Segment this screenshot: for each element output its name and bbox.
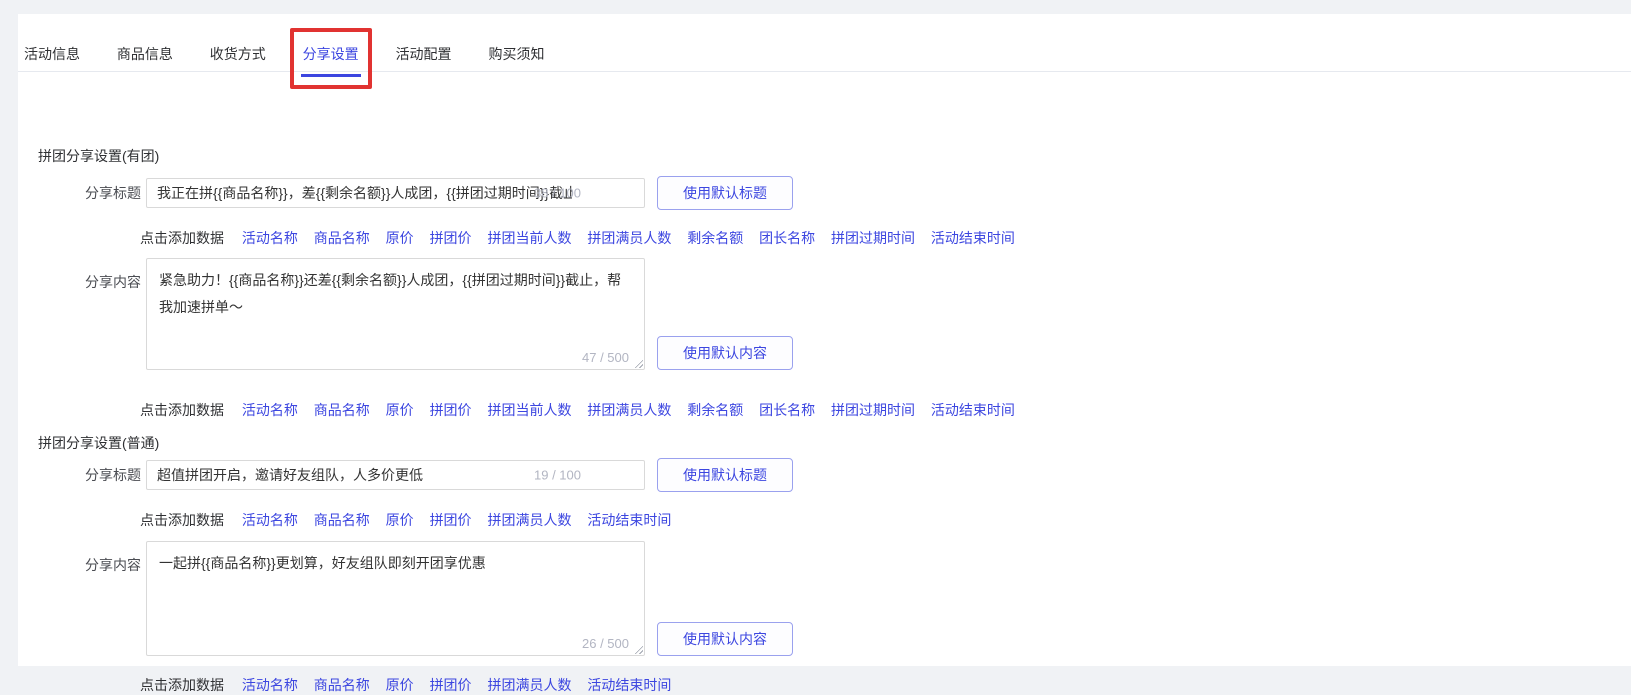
add-data-link[interactable]: 拼团价: [430, 512, 472, 528]
add-data-link[interactable]: 活动结束时间: [587, 512, 671, 528]
share-title-input[interactable]: [146, 178, 645, 208]
share-title-input-wrap: 19 / 100: [146, 460, 645, 490]
add-data-row: 点击添加数据 活动名称 商品名称 原价 拼团价 拼团当前人数 拼团满员人数 剩余…: [140, 400, 1027, 420]
add-data-link[interactable]: 拼团当前人数: [487, 402, 571, 418]
share-content-label: 分享内容: [18, 258, 141, 292]
share-content-row-2: 分享内容 一起拼{{商品名称}}更划算，好友组队即刻开团享优惠 26 / 500…: [18, 541, 793, 656]
use-default-title-button[interactable]: 使用默认标题: [657, 176, 793, 210]
add-data-row: 点击添加数据 活动名称 商品名称 原价 拼团价 拼团满员人数 活动结束时间: [140, 510, 683, 530]
add-data-row: 点击添加数据 活动名称 商品名称 原价 拼团价 拼团当前人数 拼团满员人数 剩余…: [140, 228, 1027, 248]
share-content-label: 分享内容: [18, 541, 141, 575]
section-title-has-group: 拼团分享设置(有团): [38, 146, 159, 166]
add-data-link[interactable]: 活动结束时间: [931, 402, 1015, 418]
active-tab-underline: [301, 74, 361, 77]
add-data-link[interactable]: 拼团满员人数: [587, 230, 671, 246]
add-data-link[interactable]: 商品名称: [314, 677, 370, 693]
tab-activity-config[interactable]: 活动配置: [394, 14, 454, 76]
add-data-link[interactable]: 拼团过期时间: [831, 230, 915, 246]
add-data-link[interactable]: 原价: [386, 677, 414, 693]
add-data-link[interactable]: 拼团满员人数: [487, 512, 571, 528]
add-data-link[interactable]: 团长名称: [759, 402, 815, 418]
add-data-link[interactable]: 活动结束时间: [587, 677, 671, 693]
share-title-row-2: 分享标题 19 / 100 使用默认标题: [18, 458, 793, 492]
add-data-link[interactable]: 剩余名额: [687, 402, 743, 418]
share-content-row-1: 分享内容 紧急助力！{{商品名称}}还差{{剩余名额}}人成团，{{拼团过期时间…: [18, 258, 793, 370]
tab-delivery-method[interactable]: 收货方式: [208, 14, 268, 76]
add-data-link[interactable]: 原价: [386, 512, 414, 528]
add-data-row: 点击添加数据 活动名称 商品名称 原价 拼团价 拼团满员人数 活动结束时间: [140, 675, 683, 695]
use-default-content-button[interactable]: 使用默认内容: [657, 622, 793, 656]
tab-bar: 活动信息 商品信息 收货方式 分享设置 活动配置 购买须知: [18, 14, 1631, 72]
share-content-input-wrap: 一起拼{{商品名称}}更划算，好友组队即刻开团享优惠 26 / 500: [146, 541, 645, 656]
tab-activity-info[interactable]: 活动信息: [22, 14, 82, 76]
add-data-label: 点击添加数据: [140, 512, 224, 528]
add-data-label: 点击添加数据: [140, 230, 224, 246]
share-content-textarea[interactable]: 紧急助力！{{商品名称}}还差{{剩余名额}}人成团，{{拼团过期时间}}截止，…: [146, 258, 645, 370]
tab-share-settings[interactable]: 分享设置: [301, 14, 361, 76]
add-data-link[interactable]: 拼团价: [430, 402, 472, 418]
share-title-input-wrap: 38 / 100: [146, 178, 645, 208]
use-default-content-button[interactable]: 使用默认内容: [657, 336, 793, 370]
add-data-link[interactable]: 活动名称: [242, 512, 298, 528]
share-content-input-wrap: 紧急助力！{{商品名称}}还差{{剩余名额}}人成团，{{拼团过期时间}}截止，…: [146, 258, 645, 370]
tab-share-settings-label: 分享设置: [303, 46, 359, 62]
tab-product-info[interactable]: 商品信息: [115, 14, 175, 76]
share-title-row-1: 分享标题 38 / 100 使用默认标题: [18, 176, 793, 210]
add-data-link[interactable]: 拼团过期时间: [831, 402, 915, 418]
add-data-link[interactable]: 活动结束时间: [931, 230, 1015, 246]
add-data-link[interactable]: 商品名称: [314, 512, 370, 528]
tab-purchase-notes[interactable]: 购买须知: [486, 14, 546, 76]
share-title-label: 分享标题: [18, 183, 141, 203]
add-data-label: 点击添加数据: [140, 402, 224, 418]
add-data-link[interactable]: 原价: [386, 230, 414, 246]
add-data-link[interactable]: 商品名称: [314, 402, 370, 418]
use-default-title-button[interactable]: 使用默认标题: [657, 458, 793, 492]
share-title-input[interactable]: [146, 460, 645, 490]
add-data-link[interactable]: 拼团满员人数: [487, 677, 571, 693]
add-data-link[interactable]: 原价: [386, 402, 414, 418]
add-data-link[interactable]: 活动名称: [242, 677, 298, 693]
add-data-link[interactable]: 活动名称: [242, 230, 298, 246]
add-data-link[interactable]: 活动名称: [242, 402, 298, 418]
section-title-normal: 拼团分享设置(普通): [38, 433, 159, 453]
add-data-link[interactable]: 团长名称: [759, 230, 815, 246]
share-content-textarea[interactable]: 一起拼{{商品名称}}更划算，好友组队即刻开团享优惠: [146, 541, 645, 656]
settings-panel: 活动信息 商品信息 收货方式 分享设置 活动配置 购买须知 拼团分享设置(有团)…: [18, 14, 1631, 666]
add-data-link[interactable]: 拼团满员人数: [587, 402, 671, 418]
add-data-link[interactable]: 拼团价: [430, 230, 472, 246]
add-data-link[interactable]: 剩余名额: [687, 230, 743, 246]
add-data-label: 点击添加数据: [140, 677, 224, 693]
share-title-label: 分享标题: [18, 465, 141, 485]
add-data-link[interactable]: 拼团当前人数: [487, 230, 571, 246]
add-data-link[interactable]: 商品名称: [314, 230, 370, 246]
add-data-link[interactable]: 拼团价: [430, 677, 472, 693]
